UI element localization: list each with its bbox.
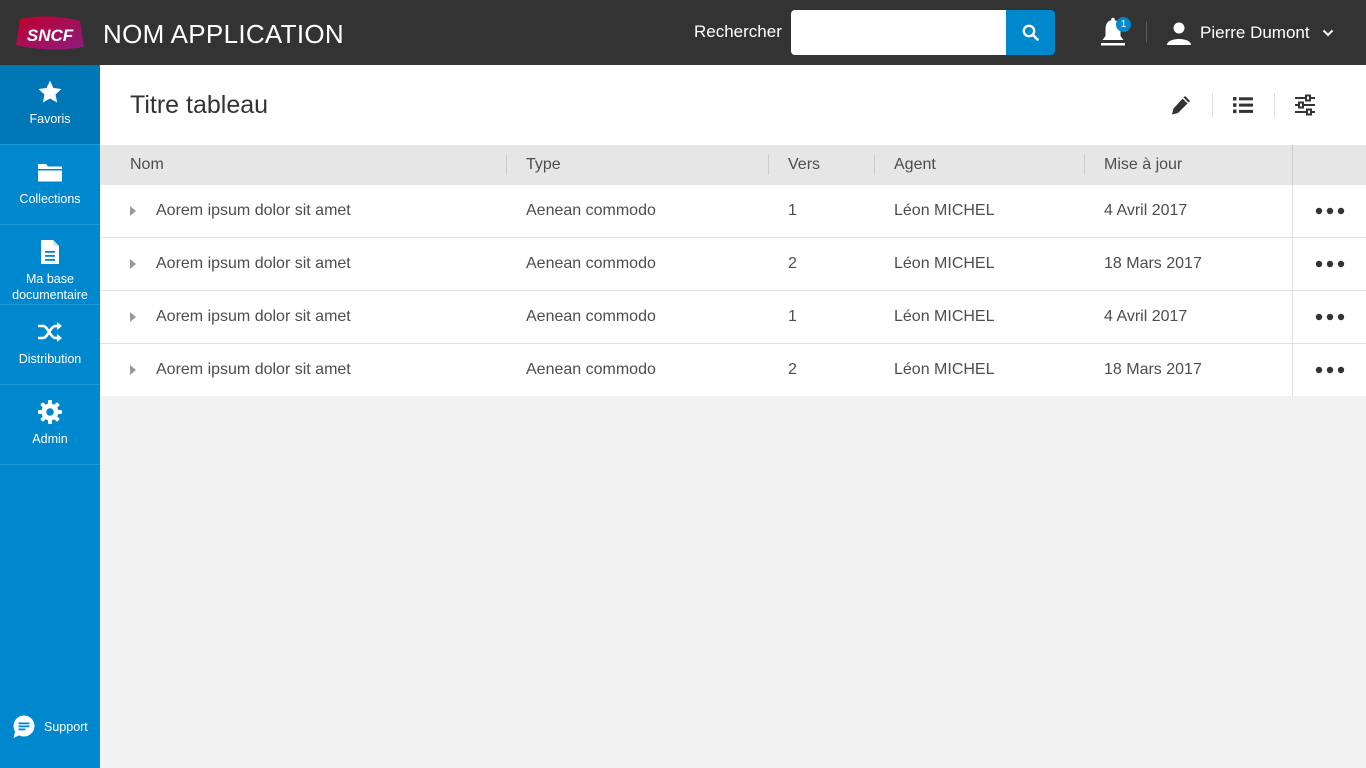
sidebar-item-label: Distribution — [18, 352, 82, 366]
user-icon — [1167, 22, 1191, 45]
sidebar-item-label: Collections — [19, 192, 81, 206]
cell-mise-a-jour: 18 Mars 2017 — [1104, 255, 1202, 272]
shuffle-icon — [38, 322, 62, 342]
sidebar-item-admin[interactable]: Admin — [0, 385, 100, 465]
table-toolbar: Titre tableau — [100, 65, 1366, 145]
more-dots-icon — [1315, 207, 1344, 215]
table-row[interactable]: Aorem ipsum dolor sit amet Aenean commod… — [100, 238, 1366, 291]
cell-vers: 2 — [788, 255, 797, 272]
column-resize-handle[interactable] — [506, 155, 507, 175]
sidebar-item-distribution[interactable]: Distribution — [0, 305, 100, 385]
notification-badge: 1 — [1116, 17, 1131, 32]
column-header-mise-a-jour[interactable]: Mise à jour — [1104, 145, 1182, 185]
search-button[interactable] — [1006, 10, 1055, 55]
toolbar-divider — [1212, 93, 1213, 117]
search-label: Rechercher — [694, 22, 782, 41]
sidebar-item-collections[interactable]: Collections — [0, 145, 100, 225]
column-resize-handle[interactable] — [768, 155, 769, 175]
table-row[interactable]: Aorem ipsum dolor sit amet Aenean commod… — [100, 185, 1366, 238]
sidebar-item-label: Ma base documentaire — [12, 272, 88, 302]
cell-agent: Léon MICHEL — [894, 308, 995, 325]
table-row[interactable]: Aorem ipsum dolor sit amet Aenean commod… — [100, 344, 1366, 396]
app-title: NOM APPLICATION — [103, 19, 344, 49]
row-actions-button[interactable] — [1292, 291, 1366, 343]
chevron-down-icon — [1322, 29, 1333, 37]
svg-text:SNCF: SNCF — [27, 26, 74, 45]
caret-right-icon[interactable] — [129, 258, 137, 270]
sncf-logo[interactable]: SNCF — [16, 15, 84, 51]
more-dots-icon — [1315, 313, 1344, 321]
cell-vers: 2 — [788, 361, 797, 378]
user-menu[interactable]: Pierre Dumont — [1166, 18, 1334, 48]
column-header-agent[interactable]: Agent — [894, 145, 936, 185]
search-icon — [1022, 24, 1039, 41]
search-input[interactable] — [791, 10, 1006, 55]
pencil-icon — [1172, 96, 1190, 115]
filter-settings-button[interactable] — [1291, 91, 1319, 119]
caret-right-icon[interactable] — [129, 364, 137, 376]
cell-type: Aenean commodo — [526, 361, 656, 378]
user-name: Pierre Dumont — [1200, 23, 1310, 42]
cell-nom: Aorem ipsum dolor sit amet — [156, 308, 351, 325]
toolbar-divider — [1274, 93, 1275, 117]
table-body: Aorem ipsum dolor sit amet Aenean commod… — [100, 185, 1366, 396]
cell-agent: Léon MICHEL — [894, 202, 995, 219]
chat-icon — [13, 715, 35, 738]
folder-icon — [38, 164, 62, 182]
sidebar: Favoris Collections Ma base documentaire — [0, 65, 100, 768]
column-header-vers[interactable]: Vers — [788, 145, 820, 185]
caret-right-icon[interactable] — [129, 311, 137, 323]
cell-agent: Léon MICHEL — [894, 361, 995, 378]
cell-vers: 1 — [788, 202, 797, 219]
row-actions-button[interactable] — [1292, 238, 1366, 290]
caret-right-icon[interactable] — [129, 205, 137, 217]
sidebar-item-favoris[interactable]: Favoris — [0, 65, 100, 145]
cell-type: Aenean commodo — [526, 202, 656, 219]
row-actions-button[interactable] — [1292, 185, 1366, 237]
star-icon — [38, 80, 62, 103]
table-row[interactable]: Aorem ipsum dolor sit amet Aenean commod… — [100, 291, 1366, 344]
sidebar-item-label: Admin — [32, 432, 68, 446]
cell-nom: Aorem ipsum dolor sit amet — [156, 255, 351, 272]
top-bar: SNCF NOM APPLICATION Rechercher 1 Pierre… — [0, 0, 1366, 65]
page-title: Titre tableau — [130, 91, 269, 119]
row-actions-button[interactable] — [1292, 344, 1366, 396]
cell-agent: Léon MICHEL — [894, 255, 995, 272]
support-label: Support — [44, 720, 88, 734]
more-dots-icon — [1315, 366, 1344, 374]
column-resize-handle[interactable] — [1084, 155, 1085, 175]
support-link[interactable]: Support — [12, 715, 88, 739]
cell-type: Aenean commodo — [526, 255, 656, 272]
cell-nom: Aorem ipsum dolor sit amet — [156, 361, 351, 378]
list-icon — [1233, 97, 1253, 114]
cell-mise-a-jour: 18 Mars 2017 — [1104, 361, 1202, 378]
cell-mise-a-jour: 4 Avril 2017 — [1104, 202, 1188, 219]
cell-vers: 1 — [788, 308, 797, 325]
cell-nom: Aorem ipsum dolor sit amet — [156, 202, 351, 219]
cell-mise-a-jour: 4 Avril 2017 — [1104, 308, 1188, 325]
sliders-icon — [1295, 94, 1315, 116]
column-header-type[interactable]: Type — [526, 145, 561, 185]
gear-icon — [38, 400, 62, 424]
column-header-nom[interactable]: Nom — [130, 145, 164, 185]
cell-type: Aenean commodo — [526, 308, 656, 325]
sidebar-item-label: Favoris — [29, 112, 71, 126]
document-icon — [41, 240, 59, 264]
table-header: Nom Type Vers Agent Mise à jour — [100, 145, 1366, 185]
sidebar-item-ma-base-documentaire[interactable]: Ma base documentaire — [0, 225, 100, 305]
actions-column-divider — [1292, 145, 1293, 185]
header-divider — [1146, 21, 1147, 43]
more-dots-icon — [1315, 260, 1344, 268]
list-view-button[interactable] — [1229, 91, 1257, 119]
column-resize-handle[interactable] — [874, 155, 875, 175]
edit-button[interactable] — [1167, 91, 1195, 119]
